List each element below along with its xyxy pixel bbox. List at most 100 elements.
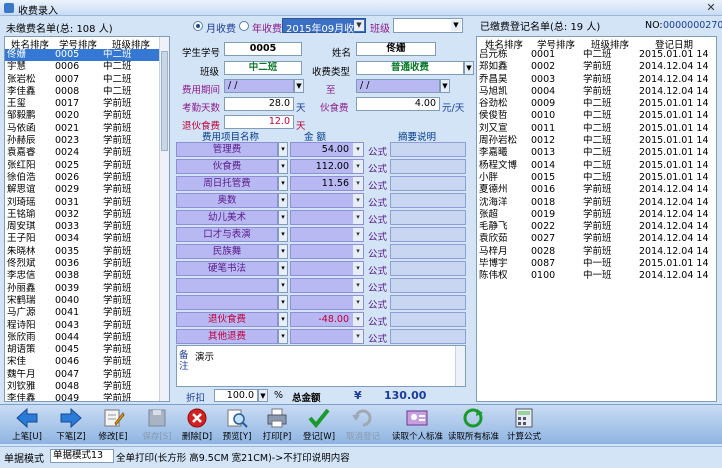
chevron-down-icon[interactable]: ▾	[278, 227, 288, 242]
fee-formula-link[interactable]: 公式	[368, 331, 387, 345]
fee-item-name[interactable]: 奥数	[176, 193, 278, 208]
fee-item-name[interactable]	[176, 295, 278, 310]
sort-by-name-header[interactable]: 姓名排序	[477, 37, 529, 51]
print-mode-select[interactable]: 单据模式13	[50, 449, 114, 463]
chevron-down-icon[interactable]: ▾	[353, 177, 363, 190]
fee-item-name[interactable]: 其他退费	[176, 329, 278, 344]
fee-type-select[interactable]: 普通收费	[356, 61, 464, 75]
unpaid-list-row[interactable]: 解思谊 0029 学前班	[5, 184, 169, 196]
scrollbar-thumb[interactable]	[161, 51, 168, 151]
period-to-field[interactable]: / /	[356, 79, 440, 93]
unpaid-list-row[interactable]: 胡语策 0045 学前班	[5, 344, 169, 356]
remark-box[interactable]: 备注 演示	[176, 345, 466, 387]
fee-item-name[interactable]: 幼儿美术	[176, 210, 278, 225]
chevron-down-icon[interactable]: ▾	[353, 228, 363, 241]
unpaid-list-row[interactable]: 佟姗 0005 中二班	[5, 49, 169, 62]
fee-formula-link[interactable]: 公式	[368, 297, 387, 311]
fee-item-name[interactable]: 管理费	[176, 142, 278, 157]
fee-note-field[interactable]	[390, 278, 466, 293]
chevron-down-icon[interactable]: ▾	[278, 295, 288, 310]
fee-amount-field[interactable]: 112.00 ▾	[290, 159, 364, 174]
chevron-down-icon[interactable]: ▾	[278, 329, 288, 344]
remark-scrollbar[interactable]	[455, 346, 465, 386]
sort-by-id-header[interactable]: 学号排序	[529, 37, 581, 51]
unpaid-list-row[interactable]: 李忠信 0038 学前班	[5, 270, 169, 282]
fee-item-name[interactable]: 民族舞	[176, 244, 278, 259]
unpaid-list-row[interactable]: 袁嘉睿 0024 学前班	[5, 147, 169, 159]
fee-formula-link[interactable]: 公式	[368, 314, 387, 328]
paid-list-row[interactable]: 乔昌昊 0003 学前班 2014.12.04 14:33	[477, 74, 716, 86]
unpaid-student-list[interactable]: 姓名排序 学号排序 班级排序 佟姗 0005 中二班 宇慧 0006 中二班 张岩松 0007…	[4, 36, 170, 402]
paid-list-row[interactable]: 谷劲松 0009 中二班 2015.01.01 14:33	[477, 98, 716, 110]
chevron-down-icon[interactable]: ▾	[278, 193, 288, 208]
paid-list-row[interactable]: 李嘉曦 0013 中二班 2015.01.01 14:33	[477, 147, 716, 159]
fee-item-name[interactable]: 口才与表演	[176, 227, 278, 242]
unpaid-list-row[interactable]: 孙赫辰 0023 学前班	[5, 135, 169, 147]
unpaid-list-row[interactable]: 周安琪 0033 学前班	[5, 221, 169, 233]
chevron-down-icon[interactable]: ▾	[353, 143, 363, 156]
read-personal-standard-button[interactable]: 读取个人标准	[392, 407, 443, 443]
unpaid-list-row[interactable]: 王玺 0017 学前班	[5, 98, 169, 110]
unpaid-list-row[interactable]: 邹毅鹏 0020 学前班	[5, 110, 169, 122]
unpaid-list-row[interactable]: 刘钦雅 0048 学前班	[5, 381, 169, 393]
chevron-down-icon[interactable]: ▾	[278, 278, 288, 293]
paid-list-row[interactable]: 小胖 0015 中二班 2015.01.01 14:33	[477, 172, 716, 184]
unpaid-list-row[interactable]: 徐伯浩 0026 学前班	[5, 172, 169, 184]
fee-item-name[interactable]: 退伙食费	[176, 312, 278, 327]
unpaid-list-row[interactable]: 宇慧 0006 中二班	[5, 61, 169, 73]
unpaid-list-scrollbar[interactable]	[159, 37, 169, 401]
unpaid-list-row[interactable]: 李佳鑫 0049 学前班	[5, 393, 169, 401]
unpaid-list-row[interactable]: 王子阳 0034 学前班	[5, 233, 169, 245]
chevron-down-icon[interactable]: ▾	[278, 210, 288, 225]
unpaid-list-row[interactable]: 宋佳 0046 学前班	[5, 356, 169, 368]
fee-amount-field[interactable]: ▾	[290, 210, 364, 225]
paid-list-row[interactable]: 陈伟权 0100 中一班 2014.12.04 14:33	[477, 270, 716, 282]
fee-note-field[interactable]	[390, 159, 466, 174]
discount-field[interactable]: 100.0	[214, 389, 258, 402]
monthly-radio[interactable]	[193, 21, 203, 31]
fee-formula-link[interactable]: 公式	[368, 280, 387, 294]
chevron-down-icon[interactable]: ▼	[354, 20, 364, 31]
unpaid-list-row[interactable]: 张岩松 0007 中二班	[5, 74, 169, 86]
fee-formula-link[interactable]: 公式	[368, 229, 387, 243]
paid-list-row[interactable]: 郑如鑫 0002 学前班 2014.12.04 14:33	[477, 61, 716, 73]
up-button[interactable]: 上笔[U]	[4, 407, 50, 443]
chevron-down-icon[interactable]: ▾	[353, 279, 363, 292]
fee-note-field[interactable]	[390, 312, 466, 327]
paid-list-row[interactable]: 袁欣茹 0027 学前班 2014.12.04 14:33	[477, 233, 716, 245]
fee-formula-link[interactable]: 公式	[368, 161, 387, 175]
paid-list-row[interactable]: 沈海洋 0018 学前班 2014.12.04 14:33	[477, 197, 716, 209]
fee-amount-field[interactable]: 54.00 ▾	[290, 142, 364, 157]
calc-formula-button[interactable]: 计算公式	[502, 407, 546, 443]
fee-note-field[interactable]	[390, 261, 466, 276]
paid-list-row[interactable]: 夏德州 0016 学前班 2014.12.04 14:33	[477, 184, 716, 196]
unpaid-list-row[interactable]: 王铭瑜 0032 学前班	[5, 209, 169, 221]
student-id-field[interactable]: 0005	[224, 42, 302, 56]
chevron-down-icon[interactable]: ▾	[353, 245, 363, 258]
unpaid-list-row[interactable]: 佟烈斌 0036 学前班	[5, 258, 169, 270]
period-from-field[interactable]: / /	[224, 79, 294, 93]
unpaid-list-row[interactable]: 程诗阳 0043 学前班	[5, 320, 169, 332]
paid-list-row[interactable]: 周孙岩松 0012 中二班 2015.01.01 14:33	[477, 135, 716, 147]
fee-amount-field[interactable]: ▾	[290, 278, 364, 293]
paid-list-row[interactable]: 张超 0019 学前班 2014.12.04 14:33	[477, 209, 716, 221]
yearly-radio[interactable]	[239, 21, 249, 31]
refund-days-field[interactable]: 12.0	[224, 115, 294, 129]
chevron-down-icon[interactable]: ▾	[353, 262, 363, 275]
fee-amount-field[interactable]: ▾	[290, 244, 364, 259]
fee-formula-link[interactable]: 公式	[368, 144, 387, 158]
fee-item-name[interactable]: 周日托管费	[176, 176, 278, 191]
fee-amount-field[interactable]: -48.00 ▾	[290, 312, 364, 327]
chevron-down-icon[interactable]: ▾	[278, 261, 288, 276]
cancel-register-button[interactable]: 取消登记	[340, 407, 386, 443]
name-field[interactable]: 佟姗	[356, 42, 436, 56]
meal-fee-field[interactable]: 4.00	[356, 97, 440, 111]
unpaid-list-row[interactable]: 张红阳 0025 学前班	[5, 160, 169, 172]
fee-note-field[interactable]	[390, 142, 466, 157]
sort-by-class-header[interactable]: 班级排序	[101, 37, 159, 51]
fee-amount-field[interactable]: ▾	[290, 295, 364, 310]
chevron-down-icon[interactable]: ▾	[278, 142, 288, 157]
unpaid-list-row[interactable]: 李佳鑫 0008 中二班	[5, 86, 169, 98]
paid-list-row[interactable]: 刘又宣 0011 中二班 2015.01.01 14:33	[477, 123, 716, 135]
sort-by-id-header[interactable]: 学号排序	[53, 37, 101, 51]
